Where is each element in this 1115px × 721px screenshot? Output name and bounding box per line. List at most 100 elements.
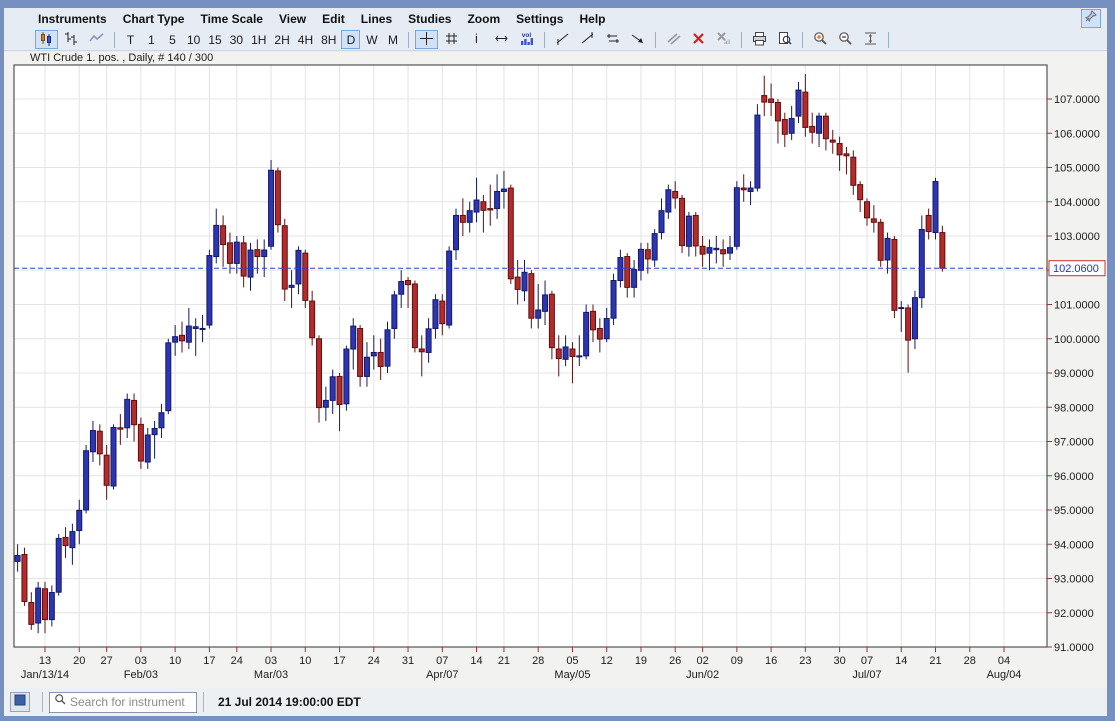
timeframe-30[interactable]: 30	[227, 30, 246, 49]
menu-settings[interactable]: Settings	[508, 10, 571, 28]
search-input[interactable]	[70, 695, 188, 709]
volume-button[interactable]: vol	[515, 30, 538, 49]
candle-body	[295, 249, 302, 285]
timeframe-m[interactable]: M	[383, 30, 402, 49]
candle-body	[213, 224, 220, 258]
candle-body	[165, 342, 172, 412]
candle-body	[727, 247, 733, 254]
candle-body	[459, 214, 466, 223]
candlestick-button[interactable]	[35, 30, 58, 49]
delete-button[interactable]	[687, 30, 710, 49]
y-axis-label: 100.0000	[1054, 334, 1100, 346]
print-preview-button[interactable]	[773, 30, 796, 49]
candle-body	[302, 252, 309, 301]
print-button[interactable]	[748, 30, 771, 49]
crosshair-button[interactable]	[415, 30, 439, 49]
candle-body	[768, 98, 775, 103]
candle-body	[220, 225, 227, 246]
x-axis-label: 10	[299, 655, 311, 667]
candle-body	[247, 249, 254, 278]
ray-line-button[interactable]	[576, 30, 599, 49]
x-axis-label: 26	[669, 655, 681, 667]
candle-body	[603, 318, 610, 340]
ohlc-bars-button[interactable]	[60, 30, 83, 49]
candle-body	[192, 326, 199, 329]
candle-body	[432, 299, 439, 329]
candle-body	[877, 221, 884, 261]
parallel-lines-button[interactable]	[662, 30, 685, 49]
candle-body	[781, 119, 788, 135]
menu-view[interactable]: View	[271, 10, 314, 28]
candle-body	[288, 284, 295, 288]
candle-body	[569, 348, 576, 358]
candle-body	[925, 214, 932, 233]
fit-vertical-button[interactable]	[859, 30, 882, 49]
x-axis-label: 02	[696, 655, 708, 667]
zoom-in-button[interactable]	[809, 30, 832, 49]
candle-body	[514, 276, 521, 290]
candle-body	[199, 327, 206, 330]
candle-body	[521, 271, 528, 292]
x-axis-label: 05	[566, 655, 578, 667]
timeframe-w[interactable]: W	[362, 30, 381, 49]
menu-lines[interactable]: Lines	[353, 10, 400, 28]
timeframe-d[interactable]: D	[341, 30, 361, 49]
candle-body	[89, 430, 96, 453]
toolbar-separator	[655, 31, 657, 48]
timeframe-5[interactable]: 5	[163, 30, 182, 49]
candle-body	[713, 247, 720, 251]
x-axis-label: 19	[635, 655, 647, 667]
toolbar: T 1 5 10 15 30 1H 2H 4H 8H D W Mi vol all	[4, 29, 1107, 51]
menu-time-scale[interactable]: Time Scale	[192, 10, 270, 28]
timeframe-4h[interactable]: 4H	[295, 30, 316, 49]
info-button[interactable]: i	[465, 30, 488, 49]
candle-body	[370, 351, 377, 357]
y-axis-label: 105.0000	[1054, 163, 1100, 175]
trendline-button[interactable]	[551, 30, 574, 49]
timeframe-1h[interactable]: 1H	[248, 30, 269, 49]
candle-body	[590, 310, 596, 331]
candle-body	[62, 536, 69, 547]
horizontal-scroll-button[interactable]	[490, 30, 513, 49]
candle-body	[124, 398, 131, 429]
y-axis-label: 107.0000	[1054, 94, 1100, 106]
candle-body	[343, 348, 350, 405]
timeframe-10[interactable]: 10	[184, 30, 203, 49]
instrument-button[interactable]	[10, 692, 30, 712]
search-box[interactable]	[49, 691, 197, 713]
zoom-out-icon	[837, 30, 854, 50]
delete-icon	[690, 30, 707, 50]
chart-region: WTI Crude 1. pos. , Daily, # 140 / 300 1…	[4, 52, 1107, 688]
timeframe-15[interactable]: 15	[205, 30, 224, 49]
menu-instruments[interactable]: Instruments	[30, 10, 115, 28]
candlestick-chart[interactable]: 107.0000 106.0000 105.0000 104.0000 103.0000…	[4, 52, 1107, 688]
timeframe-t[interactable]: T	[121, 30, 140, 49]
x-axis-label: 30	[833, 655, 845, 667]
menu-studies[interactable]: Studies	[400, 10, 459, 28]
statusbar-separator	[42, 692, 43, 712]
timeframe-1[interactable]: 1	[142, 30, 161, 49]
candle-body	[494, 190, 501, 210]
x-axis-label: 03	[135, 655, 147, 667]
candle-body	[14, 555, 21, 562]
menu-zoom[interactable]: Zoom	[459, 10, 508, 28]
timeframe-8h[interactable]: 8H	[318, 30, 339, 49]
grid-button[interactable]	[440, 30, 463, 49]
arrow-line-button[interactable]	[626, 30, 649, 49]
timeframe-2h[interactable]: 2H	[271, 30, 292, 49]
candle-body	[555, 348, 562, 360]
candle-body	[857, 184, 864, 201]
zoom-out-button[interactable]	[834, 30, 857, 49]
delete-all-button[interactable]: all	[712, 30, 735, 49]
candle-body	[706, 247, 713, 254]
candle-body	[384, 329, 391, 367]
line-chart-button[interactable]	[85, 30, 108, 49]
menu-edit[interactable]: Edit	[314, 10, 353, 28]
menu-help[interactable]: Help	[571, 10, 613, 28]
trendline-icon	[554, 30, 571, 50]
x-axis-label: 21	[498, 655, 510, 667]
channel-button[interactable]	[601, 30, 624, 49]
candle-body	[740, 187, 747, 191]
pin-button[interactable]	[1081, 9, 1101, 28]
menu-chart-type[interactable]: Chart Type	[115, 10, 193, 28]
